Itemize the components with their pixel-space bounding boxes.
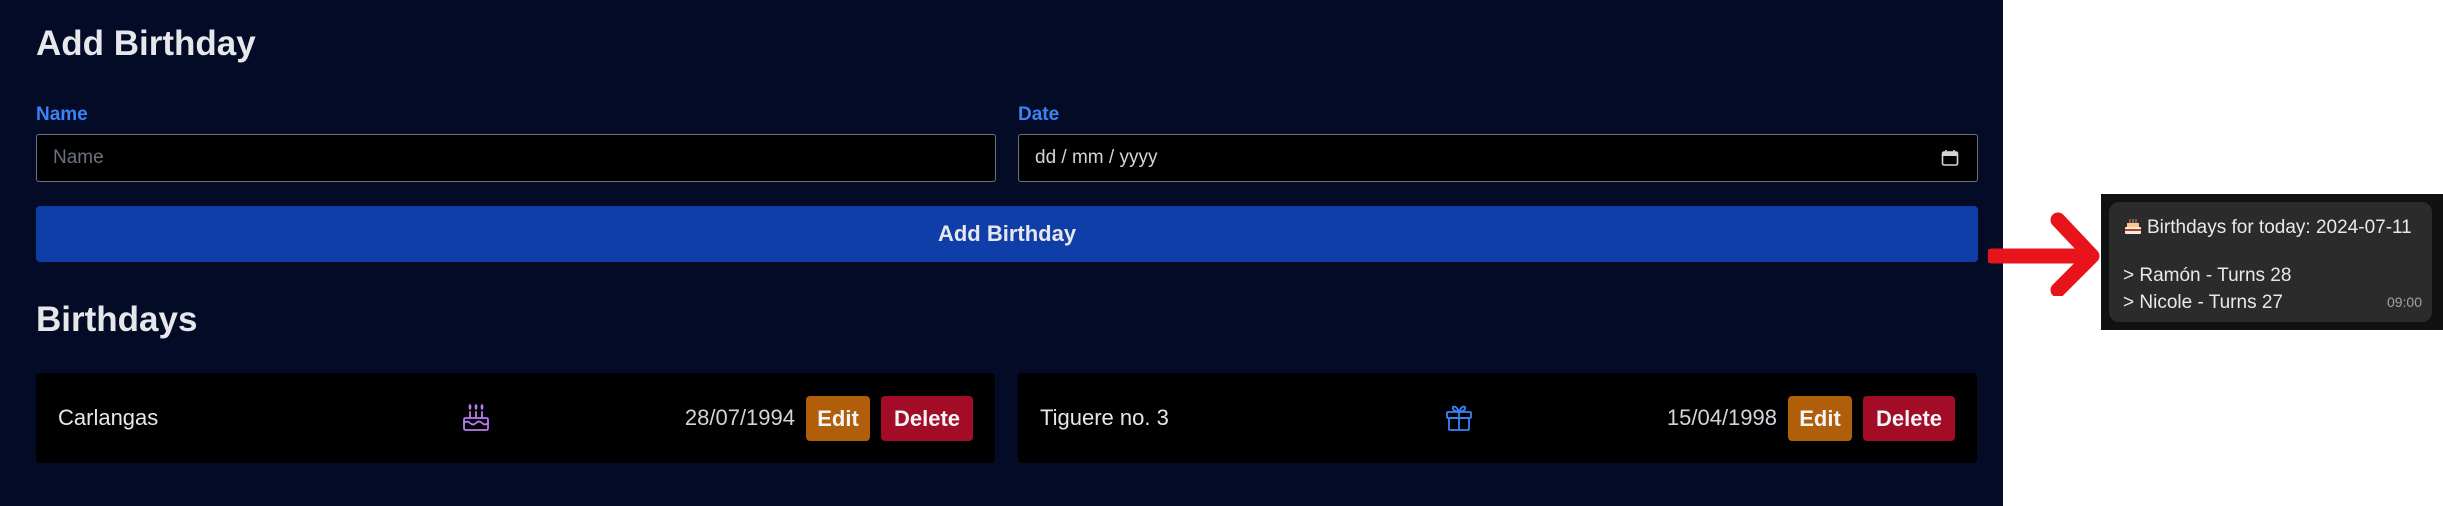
notification-line: > Nicole - Turns 27 <box>2123 292 2283 313</box>
birthday-card: Carlangas 28/07/1994 Edit Delete <box>36 373 995 463</box>
edit-button[interactable]: Edit <box>806 396 870 441</box>
notification-line: > Ramón - Turns 28 <box>2123 265 2292 286</box>
delete-button[interactable]: Delete <box>1863 396 1955 441</box>
birthday-cake-icon <box>2125 219 2141 234</box>
notification-title-row: Birthdays for today: 2024-07-11 <box>2123 216 2412 237</box>
delete-button[interactable]: Delete <box>881 396 973 441</box>
birthday-app: Add Birthday Name Name Date dd / mm / yy… <box>0 0 2003 506</box>
add-birthday-heading: Add Birthday <box>36 24 256 63</box>
date-placeholder: dd / mm / yyyy <box>1035 147 1158 168</box>
date-label: Date <box>1018 104 1060 125</box>
message-bubble: Birthdays for today: 2024-07-11 > Ramón … <box>2109 202 2432 322</box>
calendar-icon[interactable] <box>1941 149 1959 167</box>
birthday-date: 15/04/1998 <box>1666 405 1777 430</box>
red-arrow-icon <box>1988 212 2100 296</box>
name-label: Name <box>36 104 88 125</box>
birthdays-heading: Birthdays <box>36 300 198 339</box>
notification-message: Birthdays for today: 2024-07-11 > Ramón … <box>2101 194 2443 330</box>
message-time: 09:00 <box>2386 294 2422 310</box>
birthday-date: 28/07/1994 <box>684 405 795 430</box>
birthday-cake-icon <box>463 404 489 431</box>
date-input[interactable]: dd / mm / yyyy <box>1018 134 1978 182</box>
name-placeholder: Name <box>53 147 104 168</box>
notification-title: Birthdays for today: 2024-07-11 <box>2147 217 2412 238</box>
name-input[interactable]: Name <box>36 134 996 182</box>
add-birthday-button[interactable]: Add Birthday <box>36 206 1978 262</box>
birthday-name: Carlangas <box>58 405 159 430</box>
gift-icon <box>1446 405 1472 431</box>
birthday-name: Tiguere no. 3 <box>1040 405 1169 430</box>
birthday-card: Tiguere no. 3 15/04/1998 Edit Delete <box>1018 373 1977 463</box>
edit-button[interactable]: Edit <box>1788 396 1852 441</box>
